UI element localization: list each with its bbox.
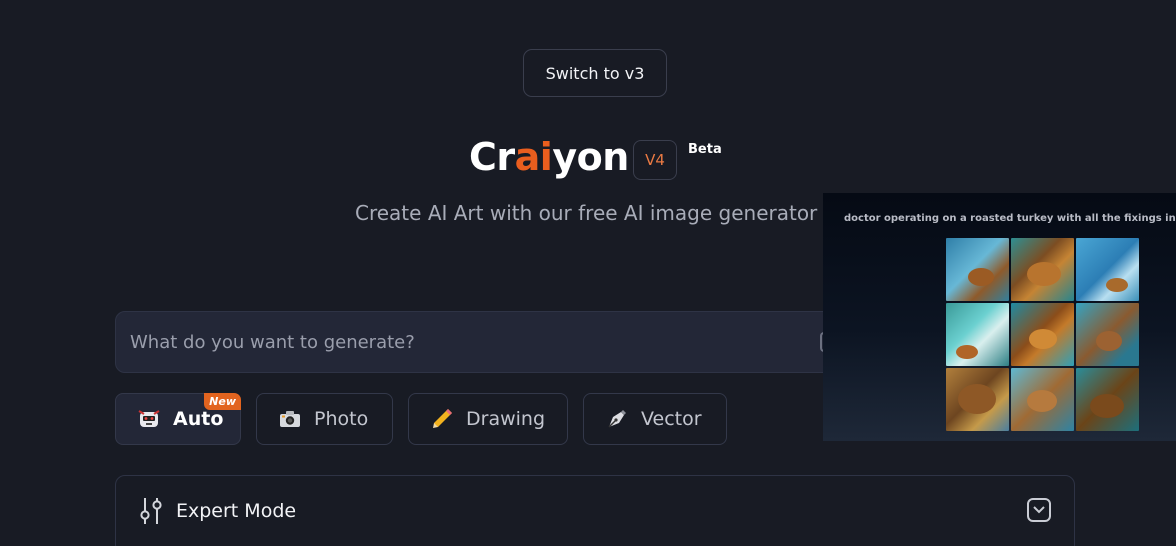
sliders-icon bbox=[140, 496, 162, 530]
expert-mode-label: Expert Mode bbox=[176, 500, 297, 522]
preview-image bbox=[946, 238, 1009, 301]
style-photo-button[interactable]: Photo bbox=[256, 393, 393, 445]
beta-label: Beta bbox=[688, 142, 722, 157]
preview-image bbox=[1076, 303, 1139, 366]
pencil-icon bbox=[429, 406, 455, 432]
style-auto-button[interactable]: Auto New bbox=[115, 393, 241, 445]
preview-image bbox=[1076, 238, 1139, 301]
preview-caption: doctor operating on a roasted turkey wit… bbox=[844, 213, 1176, 224]
style-auto-label: Auto bbox=[173, 408, 224, 430]
style-photo-label: Photo bbox=[314, 408, 369, 430]
preview-image bbox=[1011, 238, 1074, 301]
preview-image bbox=[946, 303, 1009, 366]
preview-image-grid bbox=[946, 238, 1139, 431]
logo-part-3: yon bbox=[552, 135, 629, 179]
style-vector-label: Vector bbox=[641, 408, 702, 430]
preview-image bbox=[1076, 368, 1139, 431]
preview-popup[interactable]: doctor operating on a roasted turkey wit… bbox=[823, 193, 1176, 441]
style-vector-button[interactable]: Vector bbox=[583, 393, 727, 445]
version-badge: V4 bbox=[633, 140, 677, 180]
preview-image bbox=[1011, 368, 1074, 431]
style-drawing-button[interactable]: Drawing bbox=[408, 393, 568, 445]
robot-icon bbox=[136, 406, 162, 432]
preview-image bbox=[946, 368, 1009, 431]
style-drawing-label: Drawing bbox=[466, 408, 546, 430]
logo-part-1: Cr bbox=[469, 135, 515, 179]
camera-icon bbox=[277, 406, 303, 432]
craiyon-logo: Cr ai yon bbox=[469, 134, 629, 180]
tagline: Create AI Art with our free AI image gen… bbox=[355, 201, 818, 225]
expert-mode-panel[interactable]: Expert Mode bbox=[115, 475, 1075, 546]
pen-nib-icon bbox=[604, 406, 630, 432]
prompt-input[interactable] bbox=[130, 326, 820, 358]
chevron-down-icon[interactable] bbox=[1027, 498, 1051, 522]
switch-version-button[interactable]: Switch to v3 bbox=[523, 49, 667, 97]
new-badge: New bbox=[204, 393, 241, 410]
logo-part-2: ai bbox=[514, 135, 553, 179]
preview-image bbox=[1011, 303, 1074, 366]
